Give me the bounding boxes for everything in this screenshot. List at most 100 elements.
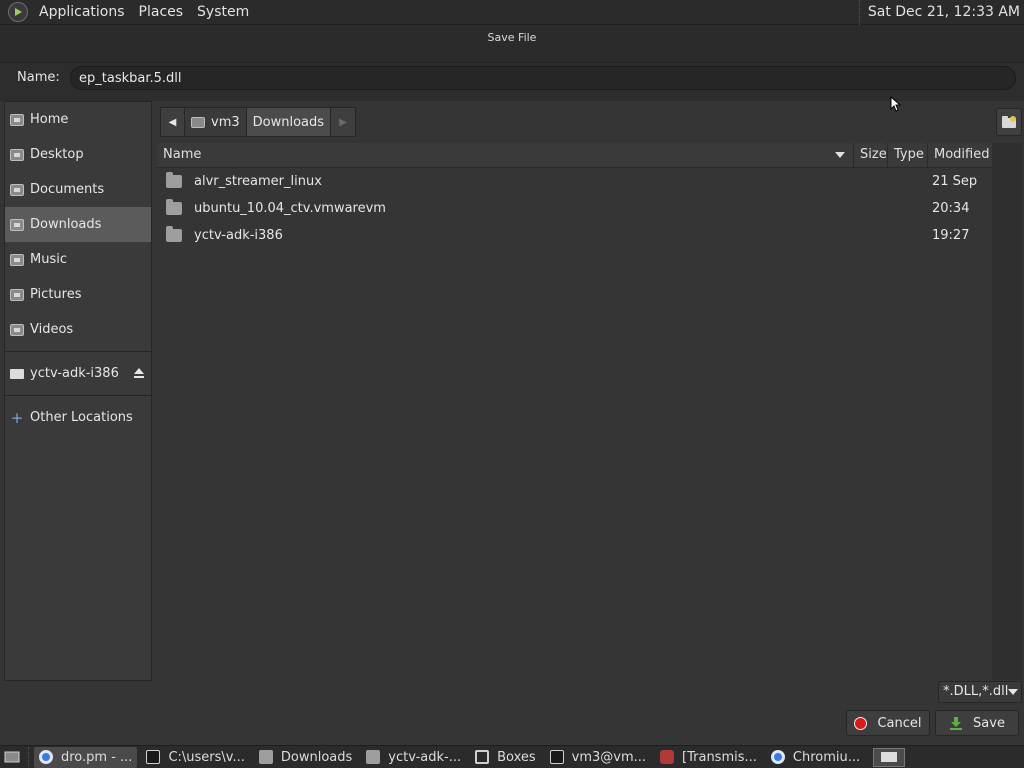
file-row[interactable]: alvr_streamer_linux 21 Sep (157, 168, 992, 195)
folder-icon (166, 199, 182, 215)
boxes-icon (475, 750, 490, 764)
sidebar-item-downloads[interactable]: Downloads (5, 207, 151, 242)
taskbar-item[interactable]: Downloads (254, 747, 357, 768)
pictures-folder-icon (10, 288, 24, 301)
path-back-arrow-icon[interactable]: ◀ (160, 107, 185, 137)
file-modified: 21 Sep (932, 174, 978, 189)
sidebar-divider (5, 395, 151, 396)
folder-icon (166, 172, 182, 188)
downloads-folder-icon (10, 218, 24, 231)
places-sidebar: Home Desktop Documents Downloads Music P… (4, 101, 152, 681)
taskbar-item-label: [Transmis... (682, 749, 757, 765)
places-menu[interactable]: Places (132, 0, 191, 25)
transmission-icon (660, 750, 675, 764)
panel-menu: Applications Places System (0, 0, 256, 25)
terminal-icon (146, 750, 161, 764)
file-name: ubuntu_10.04_ctv.vmwarevm (194, 201, 386, 216)
dialog-titlebar[interactable]: Save File (0, 25, 1024, 63)
drive-icon (10, 368, 24, 379)
sidebar-item-desktop[interactable]: Desktop (5, 137, 151, 172)
taskbar-item[interactable]: Boxes (470, 747, 541, 768)
sidebar-item-label: Home (30, 112, 69, 127)
cancel-button[interactable]: Cancel (846, 710, 930, 736)
videos-folder-icon (10, 323, 24, 336)
save-button[interactable]: Save (935, 710, 1019, 736)
column-header-type[interactable]: Type (888, 143, 928, 167)
name-bar: Name: (0, 63, 1024, 101)
music-folder-icon (10, 253, 24, 266)
file-row[interactable]: ubuntu_10.04_ctv.vmwarevm 20:34 (157, 195, 992, 222)
column-header-modified[interactable]: Modified (928, 143, 992, 167)
home-folder-icon (191, 116, 205, 128)
file-name: alvr_streamer_linux (194, 174, 322, 189)
column-header-size[interactable]: Size (854, 143, 888, 167)
taskbar-item-label: vm3@vm... (571, 749, 647, 765)
path-segment-downloads[interactable]: Downloads (246, 107, 332, 137)
distro-logo-icon[interactable] (8, 2, 28, 22)
save-file-dialog: Save File Name: Home Desktop Documents D… (0, 25, 1024, 745)
save-label: Save (973, 715, 1005, 731)
path-segment-label: Downloads (252, 114, 325, 130)
column-header-label: Name (163, 147, 202, 162)
sidebar-item-videos[interactable]: Videos (5, 312, 151, 347)
name-label: Name: (17, 70, 60, 85)
chrome-icon (39, 750, 53, 764)
sidebar-item-label: yctv-adk-i386 (30, 366, 119, 381)
column-header-label: Size (860, 147, 887, 162)
mouse-pointer-icon (890, 96, 902, 112)
column-header-label: Modified (934, 147, 990, 162)
file-list-header: Name Size Type Modified (157, 143, 992, 168)
path-segment-label: vm3 (211, 114, 240, 130)
sidebar-item-documents[interactable]: Documents (5, 172, 151, 207)
taskbar-item[interactable]: dro.pm - ... (34, 746, 138, 768)
applications-menu[interactable]: Applications (32, 0, 132, 25)
sidebar-item-pictures[interactable]: Pictures (5, 277, 151, 312)
taskbar-item[interactable]: Chromiu... (766, 747, 865, 768)
taskbar-item-label: dro.pm - ... (61, 749, 133, 765)
taskbar-item[interactable]: C:\users\v... (141, 747, 249, 768)
cancel-icon (854, 716, 868, 730)
sidebar-item-label: Other Locations (30, 410, 133, 425)
show-desktop-button[interactable] (0, 746, 24, 768)
sidebar-item-music[interactable]: Music (5, 242, 151, 277)
file-list: Name Size Type Modified alvr_streamer_li… (157, 143, 992, 680)
chrome-icon (770, 750, 785, 764)
taskbar-item-label: Boxes (497, 749, 536, 765)
folder-icon (166, 226, 182, 242)
folder-icon (366, 750, 381, 764)
top-panel: Applications Places System Sat Dec 21, 1… (0, 0, 1024, 25)
terminal-icon (549, 750, 564, 764)
file-row[interactable]: yctv-adk-i386 19:27 (157, 222, 992, 249)
sidebar-divider (5, 351, 151, 352)
taskbar-item[interactable]: yctv-adk-... (361, 747, 466, 768)
taskbar-item[interactable]: [Transmis... (655, 747, 762, 768)
new-folder-button[interactable] (996, 108, 1022, 136)
desktop-folder-icon (10, 148, 24, 161)
sidebar-item-device[interactable]: yctv-adk-i386 (5, 356, 151, 391)
taskbar-item-label: yctv-adk-... (388, 749, 462, 765)
plus-icon: + (10, 408, 24, 427)
path-segment-vm3[interactable]: vm3 (185, 107, 247, 137)
sidebar-item-label: Pictures (30, 287, 82, 302)
folder-icon (258, 750, 273, 764)
sidebar-item-label: Videos (30, 322, 74, 337)
sidebar-item-home[interactable]: Home (5, 102, 151, 137)
cancel-label: Cancel (877, 715, 922, 731)
system-menu[interactable]: System (190, 0, 256, 25)
clock[interactable]: Sat Dec 21, 12:33 AM (858, 0, 1020, 25)
eject-icon[interactable] (133, 367, 145, 379)
file-name-input[interactable] (70, 66, 1016, 90)
sort-down-icon (835, 152, 845, 158)
sidebar-item-label: Desktop (30, 147, 84, 162)
workspace-icon (881, 752, 898, 762)
sidebar-item-label: Music (30, 252, 67, 267)
taskbar-item[interactable]: vm3@vm... (545, 747, 651, 768)
documents-folder-icon (10, 183, 24, 196)
column-header-name[interactable]: Name (157, 143, 854, 167)
file-modified: 19:27 (932, 228, 970, 243)
path-forward-arrow-icon[interactable]: ▶ (331, 107, 357, 137)
sidebar-item-other-locations[interactable]: + Other Locations (5, 400, 151, 435)
workspace-switcher[interactable] (873, 747, 906, 767)
file-modified: 20:34 (932, 201, 970, 216)
file-type-filter-select[interactable]: *.DLL,*.dll (938, 681, 1022, 703)
